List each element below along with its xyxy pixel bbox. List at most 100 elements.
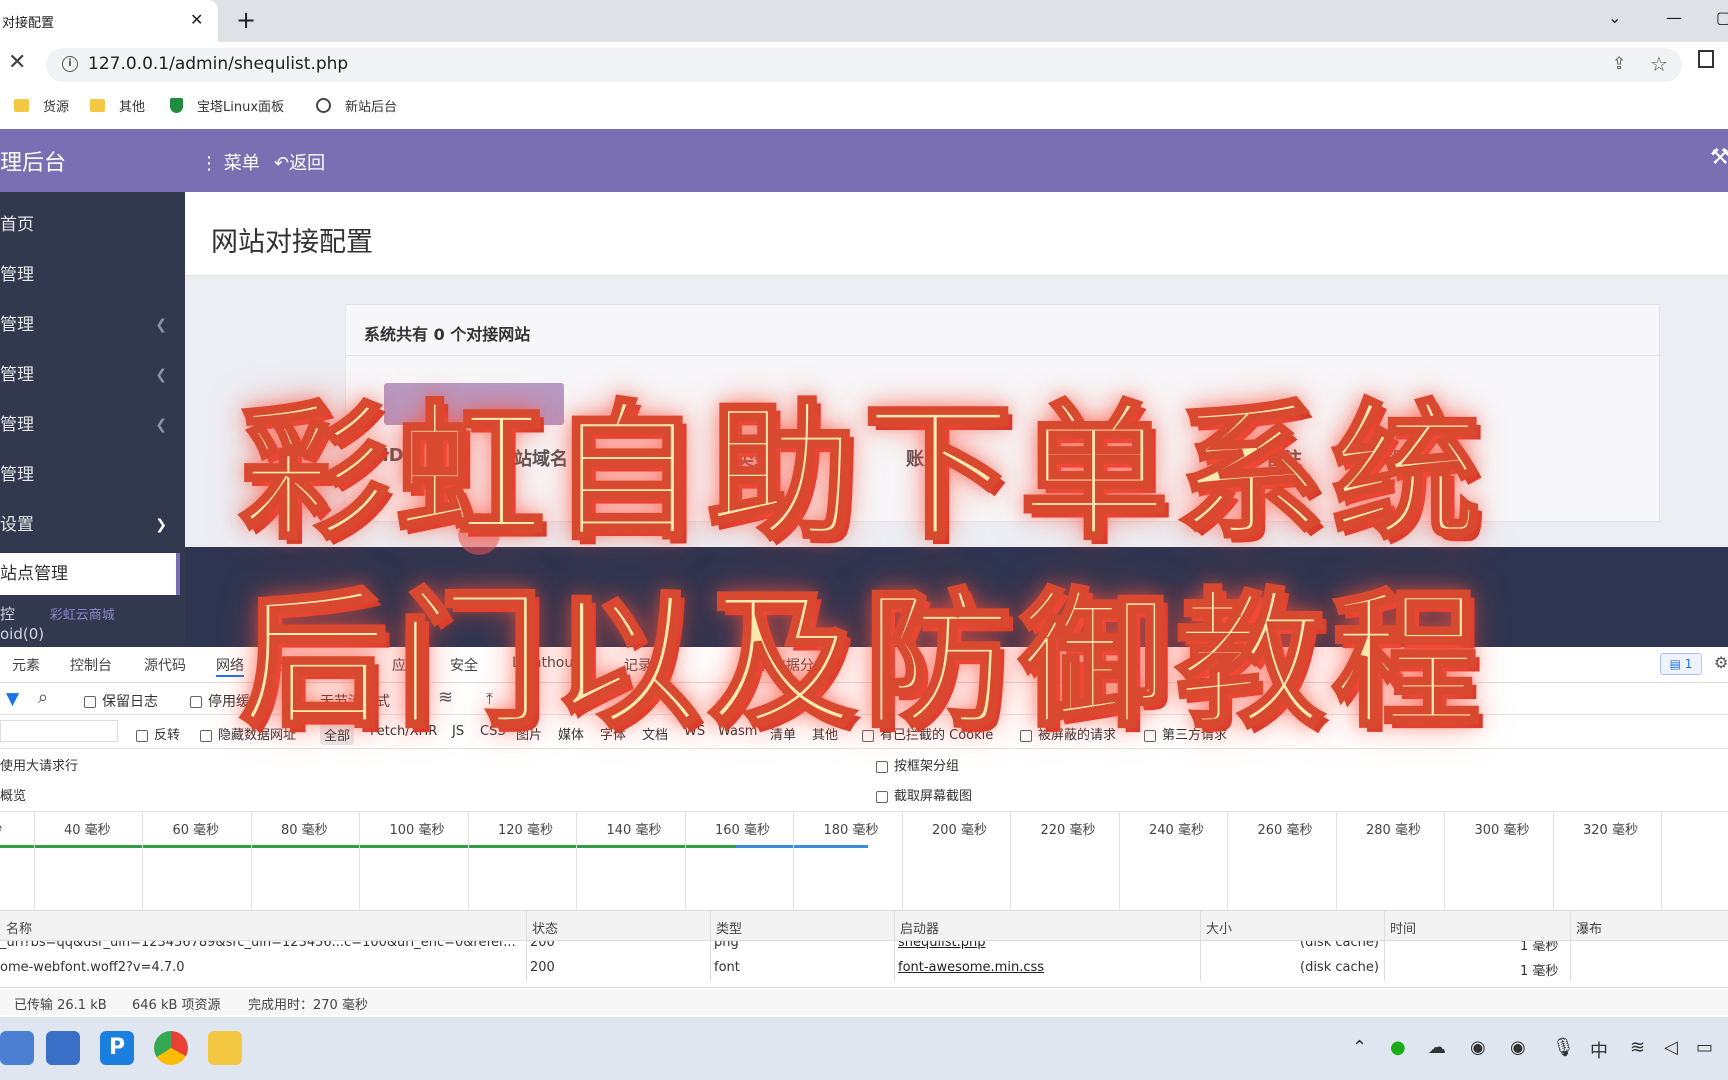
checkbox-box bbox=[876, 790, 888, 803]
timeline-tick-label: 20 毫秒 bbox=[0, 819, 2, 838]
calculator-icon[interactable] bbox=[0, 1031, 34, 1065]
wrench-icon[interactable]: ⚒ bbox=[1710, 145, 1728, 170]
cell-name: _url?bs=qq&usr_uin=123456789&src_uin=123… bbox=[0, 941, 516, 950]
admin-brand[interactable]: 理后台 bbox=[0, 145, 66, 177]
new-tab-icon[interactable]: + bbox=[236, 6, 256, 34]
share-icon[interactable]: ⇪ bbox=[1612, 54, 1626, 74]
bookmark-folder-huoyuan[interactable]: 货源 bbox=[14, 96, 69, 115]
side-panel-icon[interactable] bbox=[1698, 50, 1714, 68]
wechat-icon[interactable]: ● bbox=[1390, 1037, 1406, 1058]
tab-search-icon[interactable]: ⌄ bbox=[1608, 8, 1621, 27]
overlay-title-line1: 彩虹自助下单系统 bbox=[238, 385, 1488, 561]
menu-button[interactable]: ⋮ 菜单 bbox=[200, 149, 260, 175]
browser-tab[interactable]: 对接配置 ✕ bbox=[0, 0, 218, 42]
cell-time: 1 毫秒 bbox=[1520, 964, 1559, 979]
timeline-gridline bbox=[1552, 812, 1554, 912]
microphone-icon[interactable]: 🎙 bbox=[1552, 1037, 1575, 1058]
timeline-gridline bbox=[901, 812, 903, 912]
cell-status: 200 bbox=[530, 941, 555, 950]
sidebar-item-home[interactable]: 首页 bbox=[0, 200, 185, 250]
column-waterfall[interactable]: 瀑布 bbox=[1576, 918, 1602, 937]
stop-loading-icon[interactable]: ✕ bbox=[8, 50, 26, 75]
ime-indicator[interactable]: 中 bbox=[1590, 1037, 1608, 1063]
battery-icon[interactable]: ▭ bbox=[1696, 1037, 1713, 1058]
page-title: 网站对接配置 bbox=[211, 227, 373, 258]
sidebar-item-manage-2[interactable]: 管理 ❮ bbox=[0, 300, 185, 350]
p-app-icon[interactable]: P bbox=[100, 1031, 134, 1065]
volume-icon[interactable]: ◁ bbox=[1664, 1037, 1678, 1058]
timeline-gridline bbox=[1661, 812, 1662, 912]
timeline-gridline bbox=[793, 812, 794, 912]
cell-initiator[interactable]: font-awesome.min.css bbox=[898, 960, 1044, 975]
minimize-icon[interactable]: — bbox=[1666, 8, 1682, 27]
group-by-frame-checkbox[interactable]: 按框架分组 bbox=[876, 755, 959, 774]
timeline-gridline bbox=[684, 812, 686, 912]
column-type[interactable]: 类型 bbox=[716, 918, 742, 937]
status-transferred: 已传输 26.1 kB bbox=[14, 998, 107, 1013]
file-explorer-icon[interactable] bbox=[208, 1031, 242, 1065]
overview-option[interactable]: 概览 bbox=[0, 785, 26, 804]
bookmark-label: 新站后台 bbox=[345, 100, 398, 115]
table-row[interactable]: _url?bs=qq&usr_uin=123456789&src_uin=123… bbox=[0, 941, 1728, 955]
computer-icon[interactable] bbox=[46, 1031, 80, 1065]
qq-icon-2[interactable]: ◉ bbox=[1510, 1037, 1526, 1058]
large-request-rows-option[interactable]: 使用大请求行 bbox=[0, 755, 78, 774]
browser-tab-strip: 对接配置 ✕ + ⌄ — ▢ bbox=[0, 0, 1728, 42]
timeline-tick-label: 140 毫秒 bbox=[606, 823, 662, 838]
screenshots-label: 截取屏幕截图 bbox=[894, 789, 973, 804]
column-size[interactable]: 大小 bbox=[1206, 918, 1232, 937]
column-name[interactable]: 名称 bbox=[6, 918, 32, 937]
bookmark-new-site[interactable]: 新站后台 bbox=[316, 96, 397, 115]
timeline-tick-label: 160 毫秒 bbox=[715, 823, 770, 838]
browser-toolbar: ✕ i 127.0.0.1/admin/shequlist.php ⇪ ☆ bbox=[0, 42, 1728, 88]
wifi-icon[interactable]: ≋ bbox=[1630, 1037, 1645, 1058]
bookmark-folder-other[interactable]: 其他 bbox=[90, 96, 145, 115]
overlay-title-line2: 后门以及防御教程 bbox=[238, 573, 1488, 749]
cell-type: png bbox=[714, 941, 739, 950]
column-initiator[interactable]: 启动器 bbox=[900, 918, 939, 937]
address-bar[interactable]: i 127.0.0.1/admin/shequlist.php ⇪ ☆ bbox=[46, 48, 1682, 82]
column-status[interactable]: 状态 bbox=[532, 918, 558, 937]
tray-chevron-up-icon[interactable]: ⌃ bbox=[1352, 1037, 1367, 1058]
timeline-tick-label: 120 毫秒 bbox=[498, 823, 553, 838]
timeline-gridline bbox=[1335, 812, 1337, 912]
bookmark-label: 其他 bbox=[119, 100, 146, 115]
timeline-gridline bbox=[1227, 812, 1228, 912]
back-button[interactable]: ↶返回 bbox=[274, 149, 325, 175]
qq-icon[interactable]: ◉ bbox=[1470, 1037, 1486, 1058]
timeline-tick-label: 60 毫秒 bbox=[172, 823, 220, 838]
timeline-gridline bbox=[467, 812, 469, 912]
bookmark-baota[interactable]: 宝塔Linux面板 bbox=[170, 96, 284, 115]
sidebar-item-label: 管理 bbox=[0, 265, 34, 285]
timeline-tick-label: 40 毫秒 bbox=[64, 823, 111, 838]
timeline-tick-label: 320 毫秒 bbox=[1583, 823, 1638, 838]
screenshots-checkbox[interactable]: 截取屏幕截图 bbox=[876, 785, 972, 804]
bookmark-star-icon[interactable]: ☆ bbox=[1650, 52, 1668, 76]
column-time[interactable]: 时间 bbox=[1390, 918, 1416, 937]
timeline-gridline bbox=[33, 812, 35, 912]
timeline-tick-label: 100 毫秒 bbox=[389, 823, 445, 838]
reply-arrow-icon: ↶ bbox=[274, 153, 290, 174]
timeline-tick-label: 280 毫秒 bbox=[1366, 823, 1421, 838]
back-label: 返回 bbox=[289, 153, 326, 174]
timeline-tick-label: 180 毫秒 bbox=[823, 823, 879, 838]
table-row[interactable]: ome-webfont.woff2?v=4.7.0 200 font font-… bbox=[0, 958, 1728, 979]
timeline-tick-label: 300 毫秒 bbox=[1474, 823, 1530, 838]
folder-icon bbox=[90, 99, 105, 112]
sidebar-item-manage-1[interactable]: 管理 bbox=[0, 250, 185, 300]
chrome-icon[interactable] bbox=[154, 1031, 188, 1065]
cell-name: ome-webfont.woff2?v=4.7.0 bbox=[0, 960, 185, 975]
group-by-frame-label: 按框架分组 bbox=[894, 759, 960, 774]
network-timeline[interactable]: 20 毫秒 40 毫秒 60 毫秒 80 毫秒 100 毫秒 120 毫秒 140 毫秒 16… bbox=[0, 811, 1728, 912]
site-info-icon[interactable]: i bbox=[62, 56, 78, 72]
sidebar-item-label: 管理 bbox=[0, 315, 34, 335]
maximize-icon[interactable]: ▢ bbox=[1716, 8, 1728, 27]
cell-size: (disk cache) bbox=[1300, 941, 1379, 950]
timeline-tick-label: 260 毫秒 bbox=[1257, 823, 1313, 838]
url-text[interactable]: 127.0.0.1/admin/shequlist.php bbox=[88, 54, 348, 74]
bookmarks-bar: 货源 其他 宝塔Linux面板 新站后台 bbox=[0, 88, 1728, 124]
cell-initiator[interactable]: shequlist.php bbox=[898, 941, 985, 950]
cloud-icon[interactable]: ☁ bbox=[1428, 1037, 1446, 1058]
close-tab-icon[interactable]: ✕ bbox=[190, 10, 203, 29]
timeline-tick-label: 240 毫秒 bbox=[1149, 823, 1204, 838]
